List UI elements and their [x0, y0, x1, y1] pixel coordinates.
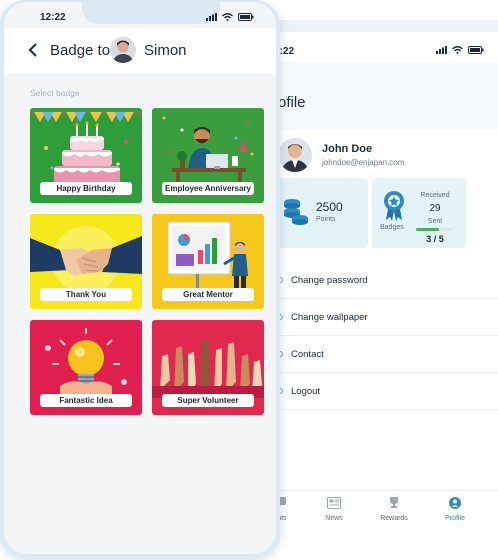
badge-label: Happy Birthday: [40, 182, 132, 195]
medal-icon: [384, 191, 404, 221]
tab-label: News: [325, 515, 343, 522]
tab-profile[interactable]: Profile: [425, 497, 485, 522]
sent-label: Sent: [427, 218, 443, 225]
news-icon: [327, 497, 341, 509]
wifi-icon: [452, 46, 463, 54]
back-arrow-icon[interactable]: [26, 42, 42, 58]
badge-screen: 12:22 Badge to Simon Select badge Happy …: [4, 2, 276, 554]
menu-label: Contact: [291, 348, 324, 360]
signal-icon: [436, 46, 447, 54]
badge-fantastic-idea[interactable]: Fantastic Idea: [30, 320, 142, 415]
menu-label: Change wallpaper: [291, 311, 368, 323]
coins-icon: [284, 199, 308, 225]
avatar: [278, 138, 312, 172]
menu-item-change-wallpaper[interactable]: Change wallpaper: [262, 299, 498, 336]
wifi-icon: [222, 13, 233, 21]
menu-label: Change password: [291, 274, 368, 286]
received-label: Received: [420, 192, 450, 199]
status-icons: [206, 13, 254, 21]
badge-label: Employee Anniversary: [162, 182, 254, 195]
recipient-avatar: [110, 37, 136, 63]
badge-thank-you[interactable]: Thank You: [30, 214, 142, 309]
badge-happy-birthday[interactable]: Happy Birthday: [30, 108, 142, 203]
badge-employee-anniversary[interactable]: Employee Anniversary: [152, 108, 264, 203]
sent-progress-fill: [416, 228, 439, 231]
status-time: 12:22: [40, 12, 66, 23]
profile-menu: Change password Change wallpaper Contact…: [262, 262, 498, 410]
badge-label: Super Volunteer: [162, 394, 254, 407]
tab-rewards[interactable]: Rewards: [364, 497, 424, 522]
badge-label: Fantastic Idea: [40, 394, 132, 407]
page-title: Badge to: [50, 42, 111, 59]
signal-icon: [206, 13, 217, 21]
badges-card[interactable]: Badges Received 29 Sent 3 / 5: [372, 178, 466, 248]
menu-label: Logout: [291, 385, 321, 397]
page-title: ofile: [278, 94, 306, 111]
user-email: johndoe@enjapan.com: [322, 158, 405, 167]
tab-news[interactable]: News: [304, 497, 364, 522]
badge-header: Badge to Simon: [4, 28, 276, 74]
phone-notch: [82, 2, 220, 24]
points-value: 2500: [316, 200, 343, 214]
trophy-icon: [390, 497, 398, 508]
recipient-name: Simon: [144, 42, 187, 59]
badge-great-mentor[interactable]: Great Mentor: [152, 214, 264, 309]
tab-label: Rewards: [380, 515, 408, 522]
profile-icon: [449, 497, 461, 509]
received-value: 29: [429, 203, 441, 214]
points-label: Points: [316, 216, 336, 223]
menu-item-change-password[interactable]: Change password: [262, 262, 498, 299]
battery-icon: [238, 13, 254, 21]
tab-label: Profile: [445, 515, 465, 522]
status-icons: [436, 46, 484, 54]
user-info: John Doe johndoe@enjapan.com: [278, 138, 404, 172]
badge-phone: 12:22 Badge to Simon Select badge Happy …: [0, 0, 280, 558]
sent-progress: [416, 228, 454, 231]
badge-label: Great Mentor: [162, 288, 254, 301]
menu-item-contact[interactable]: Contact: [262, 336, 498, 373]
user-name: John Doe: [322, 143, 373, 155]
badges-label: Badges: [380, 224, 404, 231]
badge-label: Thank You: [40, 288, 132, 301]
battery-icon: [468, 46, 484, 54]
menu-item-logout[interactable]: Logout: [262, 373, 498, 410]
badge-super-volunteer[interactable]: Super Volunteer: [152, 320, 264, 415]
select-badge-label: Select badge: [30, 88, 80, 98]
sent-value: 3 / 5: [426, 234, 444, 244]
